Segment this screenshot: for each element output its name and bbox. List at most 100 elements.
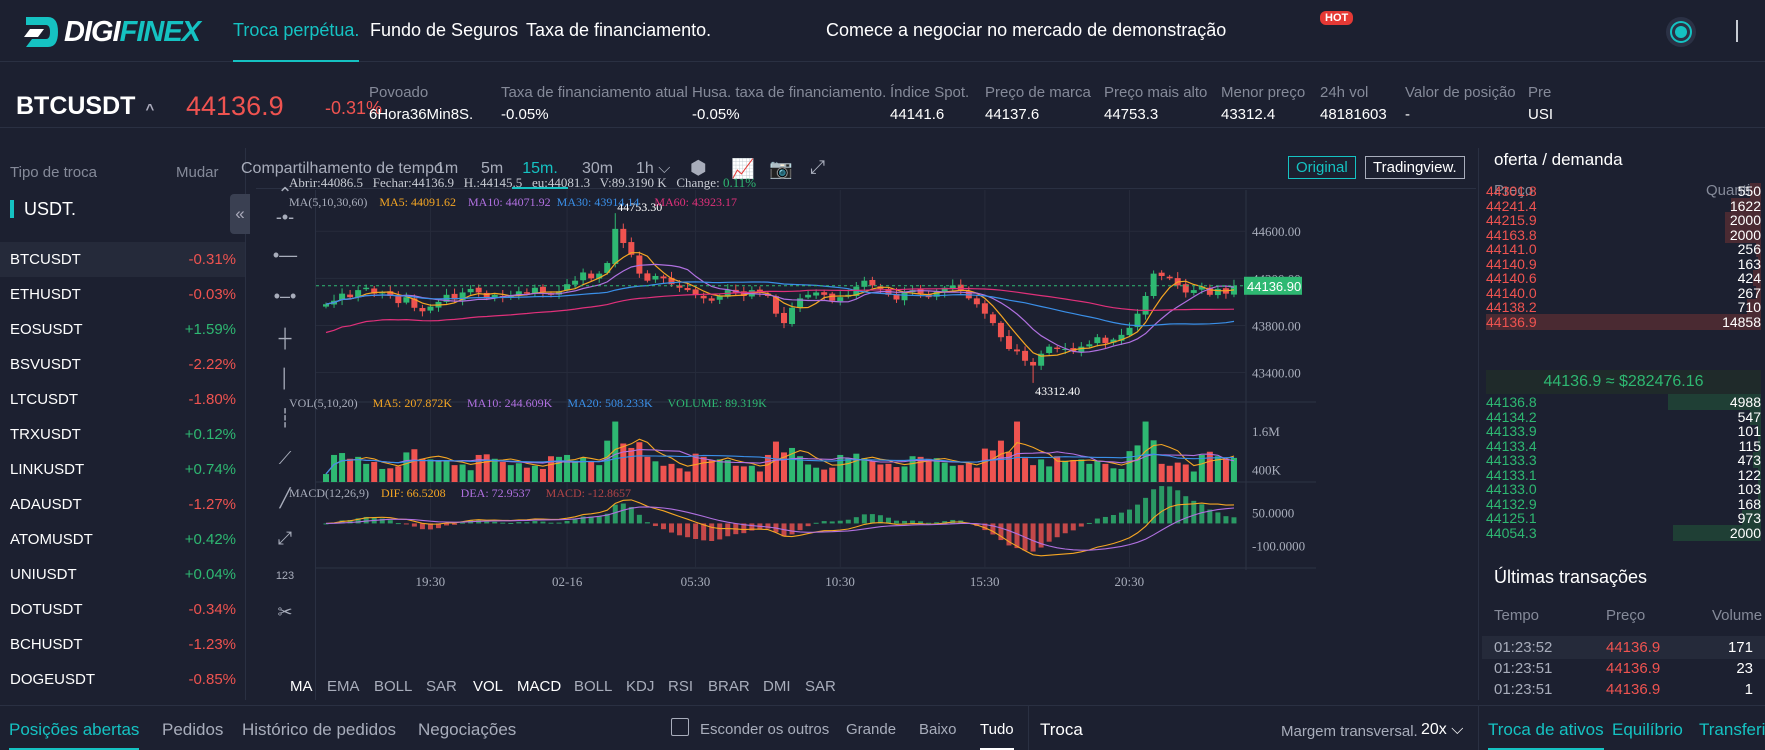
volume-bar [877,464,884,482]
camera-icon[interactable]: 📷 [769,157,793,181]
market-row[interactable]: LTCUSDT -1.80% [0,382,245,417]
volume-bar [1054,456,1061,482]
close-label: Fechar: [372,175,412,190]
volume-legend: VOLUME: 89.319K [667,396,767,410]
logo-text-b: FINEX [119,15,201,48]
volume-bar [395,466,402,482]
tab-balance[interactable]: Equilíbrio [1612,720,1683,740]
nav-demo-trading[interactable]: Comece a negociar no mercado de demonstr… [826,20,1226,62]
macd-histogram-bar [1135,504,1141,524]
ind-sar-sub[interactable]: SAR [805,678,836,695]
stat-high: Preço mais alto 44753.3 [1104,84,1208,123]
fullscreen-icon[interactable]: ⤢ [810,157,825,179]
theme-toggle-sun-icon[interactable] [1666,17,1696,47]
nav-perpetual-trading[interactable]: Troca perpétua. [233,20,360,62]
tab-trades[interactable]: Negociações [418,720,516,740]
macd-histogram-bar [1143,497,1149,524]
leverage-selector[interactable]: 20x ⌵ [1421,721,1463,739]
ask-row[interactable]: 44136.9 14858 [1486,313,1761,330]
candlestick-chart[interactable]: 44600.0044200.0043800.0043400.0044136.90… [316,190,1476,600]
ray-tool-icon[interactable]: -•- [270,207,300,228]
market-row[interactable]: BSVUSDT -2.22% [0,347,245,382]
vertical-segment-icon[interactable]: ┆ [270,408,300,429]
ind-ma[interactable]: MA [290,678,313,695]
market-row[interactable]: EOSUSDT +1.59% [0,312,245,347]
pair-change: -2.22% [188,356,236,373]
macd-histogram-bar [1110,514,1116,524]
ind-macd[interactable]: MACD [517,678,561,695]
market-row[interactable]: DOGEUSDT -0.85% [0,662,245,697]
ind-dmi[interactable]: DMI [763,678,791,695]
digifinex-logo[interactable]: DIGIFINEX [24,14,201,50]
macd-histogram-bar [492,521,498,524]
ind-rsi[interactable]: RSI [668,678,693,695]
macd-tick-label: -100.0000 [1252,539,1305,554]
symbol-selector[interactable]: BTCUSDT ^ [16,92,154,121]
segment-line-icon[interactable]: ⤢ [270,528,300,549]
quote-usdt-tab[interactable]: USDT. [10,200,76,218]
market-row[interactable]: ATOMUSDT +0.42% [0,522,245,557]
market-row[interactable]: ADAUSDT -1.27% [0,487,245,522]
trade-time: 01:23:52 [1494,639,1553,656]
filter-big-button[interactable]: Grande [846,721,896,738]
trend-line-icon[interactable]: ⟋ [270,448,300,469]
tab-transfer[interactable]: Transferir [1699,720,1765,740]
bid-row[interactable]: 44054.3 2000 [1486,524,1761,541]
macd-histogram-bar [797,523,803,531]
margin-mode[interactable]: Margem transversal. [1281,723,1418,740]
candle-body [580,272,587,281]
nav-funding-rate[interactable]: Taxa de financiamento. [526,20,711,62]
macd-histogram-bar [789,523,795,535]
market-row[interactable]: TRXUSDT +0.12% [0,417,245,452]
macd-histogram-bar [411,523,417,527]
macd-histogram-bar [853,517,859,524]
pair-name: BTCUSDT [10,251,81,268]
ind-sar-main[interactable]: SAR [426,678,457,695]
ind-vol[interactable]: VOL [473,678,503,695]
candle-body [781,312,787,324]
market-row[interactable]: BTCUSDT -0.31% [0,242,245,277]
market-row[interactable]: BCHUSDT -1.23% [0,627,245,662]
macd-histogram-bar [516,522,522,524]
market-row[interactable]: LINKUSDT +0.74% [0,452,245,487]
ind-kdj[interactable]: KDJ [626,678,654,695]
candle-body [989,314,996,324]
stat-24h-vol: 24h vol 48181603 [1320,84,1387,123]
market-row[interactable]: UNIUSDT +0.04% [0,557,245,592]
tab-orders[interactable]: Pedidos [162,720,223,740]
volume-bar [339,453,346,482]
volume-bar [1118,468,1125,482]
collapse-panel-icon[interactable]: « [230,194,250,234]
filter-low-button[interactable]: Baixo [919,721,957,738]
vertical-line-icon[interactable]: ┼ [270,328,300,349]
vertical-ray-icon[interactable]: │ [270,368,300,389]
last-price-tag-text: 44136.90 [1247,279,1301,294]
volume-bar [837,454,844,482]
hide-others-checkbox[interactable] [671,718,689,736]
horizontal-segment-icon[interactable]: •–• [270,286,300,307]
ind-boll-sub[interactable]: BOLL [574,678,612,695]
clear-drawings-icon[interactable]: ✂ [270,602,300,623]
macd-histogram-bar [685,523,691,538]
bid-qty: 2000 [1729,524,1761,541]
market-row[interactable]: DOTUSDT -0.34% [0,592,245,627]
price-label-icon[interactable]: 123 [270,570,300,582]
ind-boll-main[interactable]: BOLL [374,678,412,695]
ind-brar[interactable]: BRAR [708,678,750,695]
pair-name: BSVUSDT [10,356,81,373]
nav-insurance-fund[interactable]: Fundo de Seguros [370,20,518,62]
tab-order-history[interactable]: Histórico de pedidos [242,720,396,740]
candle-body [588,273,595,279]
filter-all-button[interactable]: Tudo [980,721,1014,750]
volume-bar [1022,458,1029,482]
ind-ema[interactable]: EMA [327,678,360,695]
tab-asset-exchange[interactable]: Troca de ativos [1488,720,1604,750]
volume-bar [1046,466,1053,482]
tradingview-button[interactable]: Tradingview. [1365,156,1465,179]
original-chart-button[interactable]: Original [1288,156,1356,179]
horizontal-ray-icon[interactable]: •— [270,245,300,266]
tab-open-positions[interactable]: Posições abertas [9,720,140,750]
macd-histogram-bar [1231,517,1237,524]
candle-body [347,294,354,298]
market-row[interactable]: ETHUSDT -0.03% [0,277,245,312]
